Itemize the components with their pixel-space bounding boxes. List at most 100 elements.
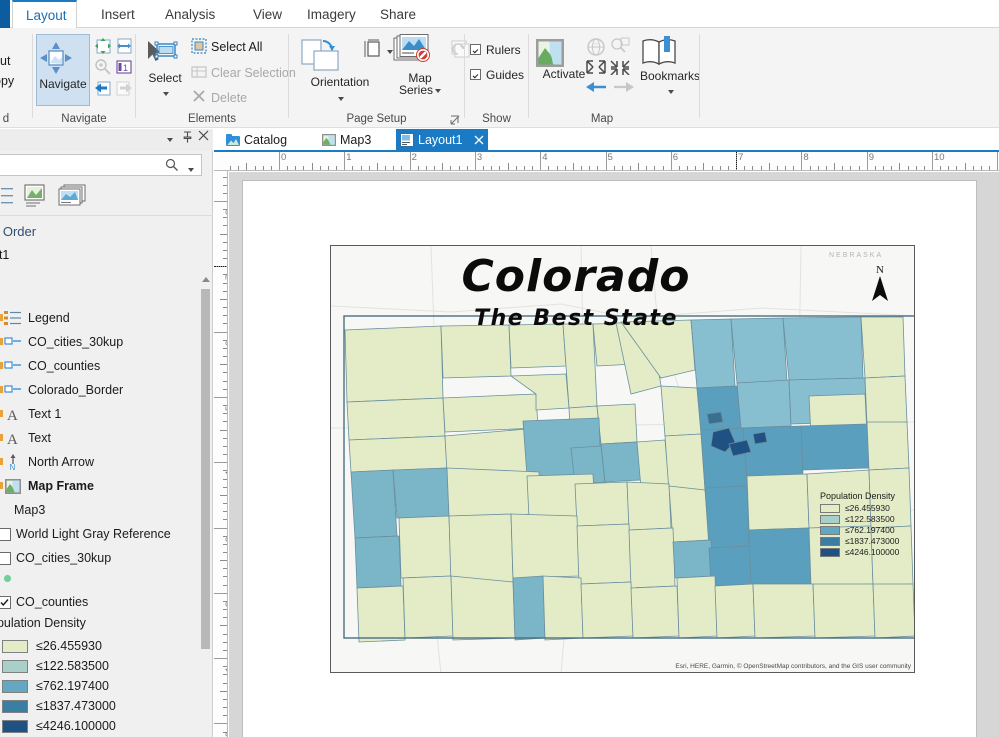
tree-item-north-arrow[interactable]: N North Arrow (0, 451, 200, 475)
view-tab-catalog[interactable]: Catalog (222, 129, 297, 151)
tree-item-text-1[interactable]: A Text 1 (0, 403, 200, 427)
guides-checkbox-box[interactable] (470, 69, 481, 80)
checkbox-off-icon[interactable] (0, 552, 16, 570)
ruler-tick (891, 166, 893, 170)
zoom-out-extent-icon[interactable] (609, 59, 631, 75)
ruler-label: 6 (224, 340, 227, 345)
bookmarks-button-label: Bookmarks (639, 69, 701, 83)
tree-item-co-counties-layout[interactable]: CO_counties (0, 355, 200, 379)
layout-title-text[interactable]: Colorado (366, 251, 786, 302)
checkbox-off-icon[interactable] (0, 528, 16, 546)
rulers-checkbox-box[interactable] (470, 44, 481, 55)
tree-item-label: Map Frame (28, 479, 94, 493)
ribbon-tab-insert[interactable]: Insert (88, 0, 148, 28)
pane-menu-caret-icon[interactable] (165, 132, 173, 146)
tree-item-co-counties-map[interactable]: CO_counties (0, 591, 200, 615)
pan-icon[interactable] (93, 36, 113, 56)
select-dropdown-caret[interactable] (142, 86, 188, 100)
scroll-up-arrow-icon[interactable] (202, 277, 210, 282)
page-size-icon[interactable] (362, 38, 386, 60)
tree-item-text[interactable]: A Text (0, 427, 200, 451)
layer-visibility-dot[interactable] (0, 362, 3, 369)
legend-visibility-dot[interactable] (0, 314, 3, 321)
layout-page[interactable]: NEBRASKA U N I T Colorado The Best State… (242, 180, 977, 737)
full-extent-icon[interactable] (114, 36, 134, 56)
guide-marker[interactable] (214, 266, 227, 268)
scrollbar-thumb[interactable] (201, 289, 210, 649)
ruler-tick (223, 290, 227, 292)
element-visibility-dot[interactable] (0, 458, 3, 465)
contents-search-input[interactable] (0, 157, 147, 173)
horizontal-ruler[interactable]: 0 1 2 3 4 5 6 7 8 9 10 (227, 152, 999, 171)
element-visibility-dot[interactable] (0, 482, 3, 489)
north-arrow-element[interactable]: N (868, 264, 892, 302)
symbology-swatch[interactable] (2, 640, 28, 653)
tree-item-co-cities-30kup-layout[interactable]: CO_cities_30kup (0, 331, 200, 355)
ribbon-tab-analysis[interactable]: Analysis (152, 0, 228, 28)
search-icon[interactable] (165, 158, 179, 172)
ruler-tick (923, 166, 925, 170)
list-by-snapping-icon[interactable] (24, 184, 50, 208)
bookmarks-dropdown-caret[interactable] (639, 84, 701, 98)
rulers-checkbox[interactable]: Rulers (470, 43, 521, 57)
zoom-in-extent-icon[interactable] (585, 59, 607, 75)
symbology-swatch[interactable] (2, 680, 28, 693)
previous-extent-icon[interactable] (93, 78, 113, 98)
one-to-one-scale-icon[interactable]: 1 (114, 57, 134, 77)
guide-marker[interactable] (736, 152, 738, 170)
ruler-tick (654, 166, 656, 170)
pane-pin-icon[interactable] (182, 131, 193, 144)
view-tab-map3[interactable]: Map3 (318, 129, 381, 151)
symbology-swatch[interactable] (2, 700, 28, 713)
tree-item-map-frame[interactable]: Map Frame (0, 475, 200, 499)
select-all-menu-item[interactable]: Select All (211, 40, 262, 54)
orientation-dropdown-caret[interactable] (297, 91, 383, 105)
navigate-button[interactable]: Navigate (36, 34, 90, 106)
tree-item-world-light-gray-reference[interactable]: World Light Gray Reference (0, 523, 200, 547)
bookmarks-button[interactable]: Bookmarks (639, 36, 701, 108)
cut-menu-item[interactable]: ut (0, 54, 10, 68)
map-frame-element[interactable]: NEBRASKA U N I T Colorado The Best State… (330, 245, 915, 673)
copy-menu-item[interactable]: opy (0, 74, 14, 88)
symbology-swatch[interactable] (2, 660, 28, 673)
layout-root-item[interactable]: ut1 (0, 248, 9, 262)
ribbon-tab-share[interactable]: Share (367, 0, 429, 28)
ruler-tick (801, 152, 803, 170)
view-tab-label: Map3 (340, 133, 372, 147)
map-legend-element[interactable]: Population Density ≤26.455930 ≤122.58350… (818, 489, 908, 560)
close-icon[interactable] (474, 129, 484, 145)
previous-map-extent-icon[interactable] (585, 78, 609, 96)
checkbox-on-icon[interactable] (0, 596, 16, 614)
page-setup-dialog-launcher[interactable] (449, 114, 460, 125)
tree-item-co-cities-30kup-map[interactable]: CO_cities_30kup (0, 547, 200, 571)
layer-visibility-dot[interactable] (0, 338, 3, 345)
layer-visibility-dot[interactable] (0, 386, 3, 393)
tree-item-map3[interactable]: Map3 (0, 499, 200, 523)
contents-search-box[interactable] (0, 154, 202, 176)
tree-item-colorado-border[interactable]: Colorado_Border (0, 379, 200, 403)
ribbon-tab-view[interactable]: View (240, 0, 295, 28)
view-tab-layout1[interactable]: Layout1 (396, 129, 489, 151)
vertical-ruler[interactable]: 8 7 6 5 4 3 2 1 0 (214, 171, 228, 737)
ruler-label: 2 (224, 602, 227, 607)
search-options-caret-icon[interactable] (186, 162, 194, 176)
list-by-drawing-order-icon[interactable] (0, 185, 14, 207)
element-visibility-dot[interactable] (0, 410, 3, 417)
map-series-button[interactable]: Map Series (392, 34, 448, 108)
ribbon-tab-layout[interactable]: Layout (12, 0, 77, 28)
guides-checkbox[interactable]: Guides (470, 68, 524, 82)
layout-subtitle-text[interactable]: The Best State (366, 306, 786, 331)
layout-canvas[interactable]: NEBRASKA U N I T Colorado The Best State… (229, 172, 999, 737)
element-visibility-dot[interactable] (0, 434, 3, 441)
tree-item-legend[interactable]: Legend (0, 307, 200, 331)
select-button[interactable]: Select (142, 38, 188, 106)
pane-close-icon[interactable] (198, 130, 209, 141)
symbology-swatch[interactable] (2, 720, 28, 733)
list-by-selection-icon[interactable] (58, 184, 86, 208)
ruler-tick (214, 331, 227, 333)
ruler-tick (368, 166, 370, 170)
ribbon-tab-imagery[interactable]: Imagery (294, 0, 369, 28)
ruler-tick (223, 282, 227, 284)
contents-pane-scrollbar[interactable] (201, 277, 210, 659)
ruler-tick (834, 163, 836, 170)
